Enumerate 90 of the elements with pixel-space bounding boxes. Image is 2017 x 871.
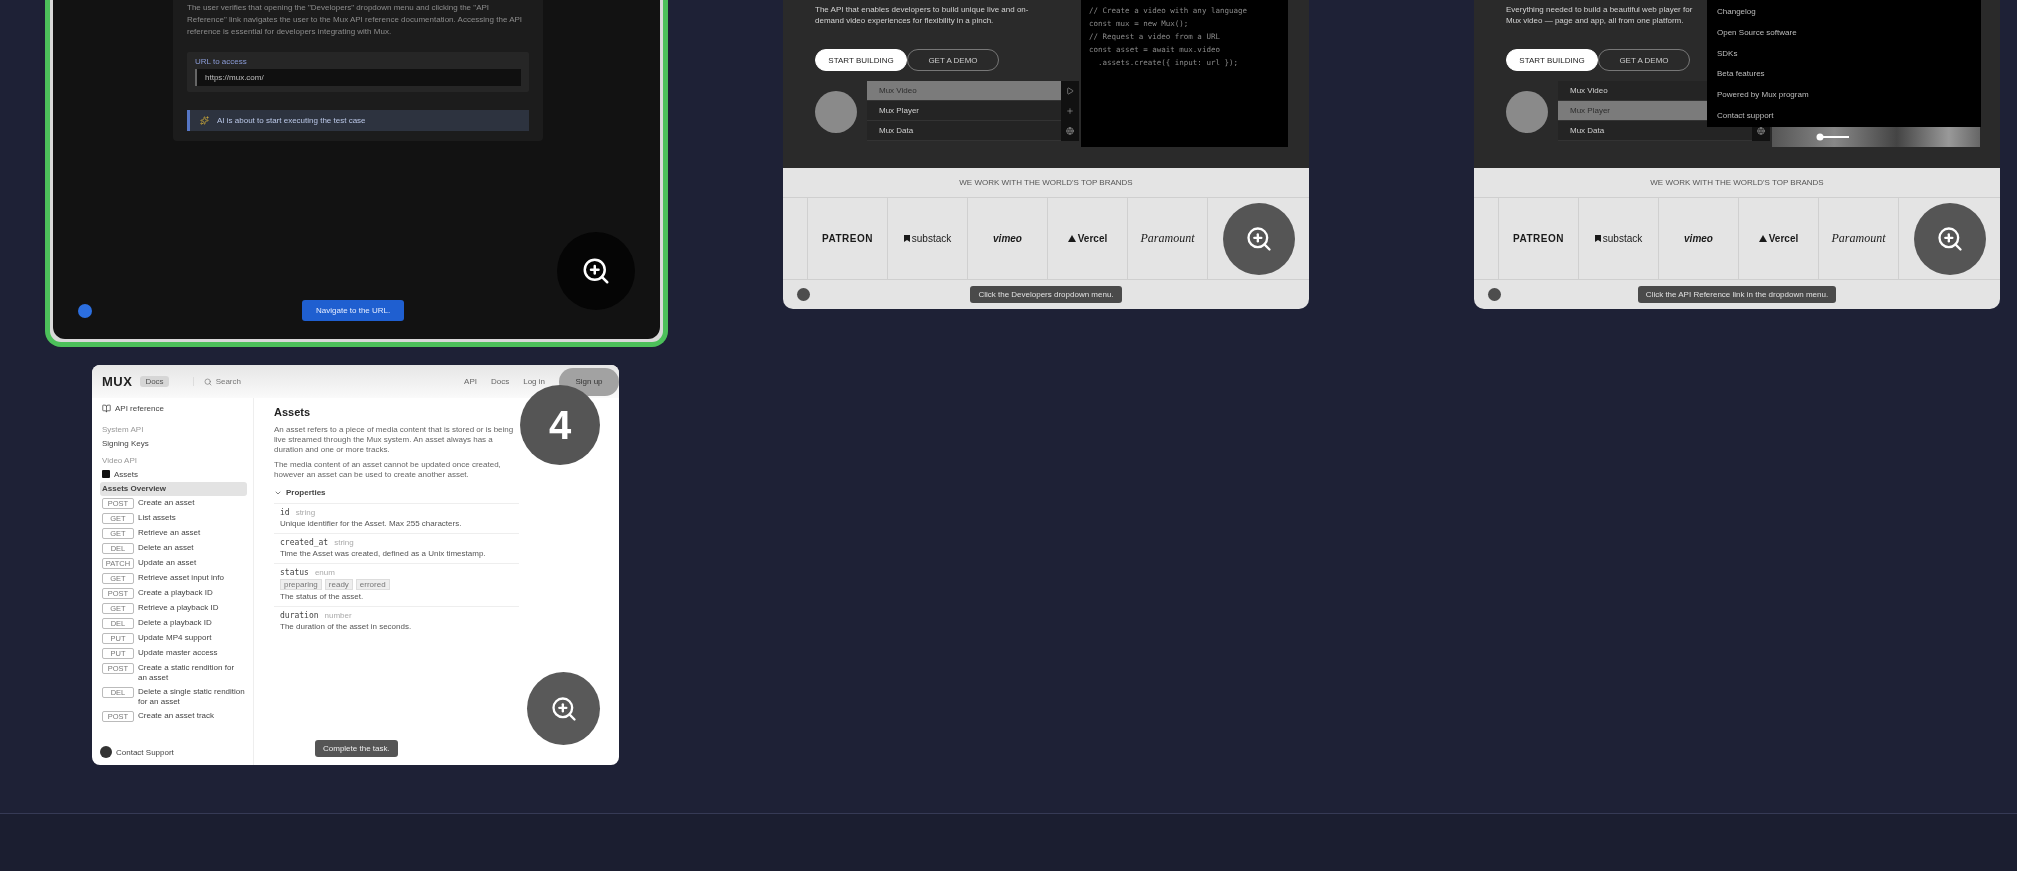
step-card[interactable] (92, 365, 619, 765)
property-description: Time the Asset was created, defined as a Unix timestamp. (280, 549, 487, 559)
avatar-icon (100, 746, 112, 758)
step-number-badge: 4 (520, 385, 600, 465)
menu-item[interactable]: SDKs (1717, 45, 1971, 61)
sidebar-item[interactable]: Assets (100, 468, 247, 482)
brand-logo: Paramount (1140, 231, 1195, 246)
zoom-in-icon (581, 256, 611, 286)
brands-heading: WE WORK WITH THE WORLD'S TOP BRANDS (959, 178, 1133, 187)
square-icon (102, 470, 110, 478)
product-item[interactable]: Mux Data (867, 121, 1061, 141)
menu-item[interactable]: Beta features (1717, 66, 1971, 82)
page-title: Assets (274, 406, 312, 418)
value-tag: ready (324, 579, 353, 590)
value-tag: errored (355, 579, 390, 590)
step-card[interactable] (783, 0, 1309, 309)
sidebar-item[interactable]: API reference (100, 402, 247, 420)
brand-logo: Vercel (1768, 233, 1799, 244)
brand-logo: vimeo (1684, 233, 1713, 244)
step-card[interactable] (45, 0, 668, 347)
paragraph: An asset refers to a piece of media content that is stored or is being live streamed through the Mux system. An asset always has a duration and one or more tracks. (274, 425, 515, 455)
header-link[interactable]: API (464, 377, 477, 386)
menu-item[interactable]: Open Source software (1717, 24, 1971, 40)
cta-button[interactable]: START BUILDING (1506, 49, 1598, 71)
property-name: status (280, 568, 309, 577)
product-item[interactable]: Mux Player (867, 101, 1061, 121)
globe-icon (1066, 127, 1074, 135)
zoom-in-icon (1935, 224, 1964, 253)
brand-logo: PATREON (822, 233, 873, 244)
property-description: Unique identifier for the Asset. Max 255 characters. (280, 519, 463, 529)
dial-drawing (1506, 91, 1548, 133)
property-type: enum (314, 568, 335, 577)
logo: MUX (102, 374, 133, 389)
header-link[interactable]: Docs (490, 377, 510, 386)
search-field[interactable]: Search (192, 377, 241, 386)
step-tooltip: Click the API Reference link in the dropdown menu. (1637, 286, 1837, 303)
zoom-in-icon (549, 694, 578, 723)
status-dot (797, 288, 810, 301)
step-card[interactable] (1474, 0, 2000, 309)
brand-logo: Vercel (1077, 233, 1108, 244)
search-icon (203, 377, 212, 386)
bookmark-icon (903, 235, 910, 242)
test-description: The user verifies that opening the "Developers" dropdown menu and clicking the "API Reference" link navigates the user to the Mux API reference documentation. Accessing the API reference is essential for developers integrating with Mux. (187, 2, 524, 38)
cta-button[interactable]: START BUILDING (815, 49, 907, 71)
brands-heading: WE WORK WITH THE WORLD'S TOP BRANDS (1650, 178, 1824, 187)
property-type: string (295, 508, 316, 517)
property-description: The status of the asset. (280, 592, 365, 602)
property-type: number (324, 611, 352, 620)
status-dot (1488, 288, 1501, 301)
step-tooltip: Click the Developers dropdown menu. (970, 286, 1122, 303)
dial-drawing (815, 91, 857, 133)
hero-text: Everything needed to build a beautiful web player for Mux video — page and app, all from one platform. (1506, 4, 1694, 26)
triangle-icon (1758, 235, 1767, 242)
status-dot (78, 303, 92, 318)
sparkle-icon (200, 116, 209, 125)
header-link[interactable]: Log in (523, 377, 545, 386)
header-link[interactable]: Sign up (559, 367, 619, 396)
slider-drawing (1816, 133, 1850, 141)
sidebar-item[interactable]: Signing Keys (100, 437, 247, 451)
brand-logo: vimeo (993, 233, 1022, 244)
book-icon (102, 404, 111, 413)
property-description: The duration of the asset in seconds. (280, 622, 413, 632)
plus-icon (1066, 107, 1074, 115)
globe-icon (1757, 127, 1765, 135)
property-type: string (334, 538, 354, 547)
brand-logo: PATREON (1513, 233, 1564, 244)
url-label: URL to access (195, 57, 248, 66)
docs-badge: Docs (140, 376, 169, 387)
hero-text: The API that enables developers to build unique live and on-demand video experiences for flexibility in a pinch. (815, 4, 1030, 26)
properties-toggle[interactable]: Properties (274, 488, 519, 497)
property-name: id (280, 508, 290, 517)
triangle-icon (1067, 235, 1076, 242)
property-name: duration (280, 611, 319, 620)
sidebar-item[interactable]: Assets Overview (100, 482, 247, 496)
brand-logo: substack (911, 233, 952, 244)
paragraph: The media content of an asset cannot be updated once created, however an asset can be used to create another asset. (274, 460, 502, 480)
step-tooltip: Complete the task. (315, 740, 398, 757)
value-tag: preparing (280, 579, 322, 590)
notice-text: AI is about to start executing the test case (217, 116, 366, 125)
contact-support-button[interactable]: Contact Support (98, 744, 176, 760)
brand-logo: substack (1602, 233, 1643, 244)
menu-item[interactable]: Changelog (1717, 4, 1971, 19)
brand-logo: Paramount (1831, 231, 1886, 246)
product-item[interactable]: Mux Data (1558, 121, 1752, 141)
bookmark-icon (1594, 235, 1601, 242)
property-name: created_at (280, 538, 329, 547)
zoom-in-icon (1244, 224, 1273, 253)
play-icon (1066, 87, 1074, 95)
step-button[interactable]: Navigate to the URL. (302, 300, 405, 321)
url-field[interactable]: https://mux.com/ (195, 69, 521, 86)
